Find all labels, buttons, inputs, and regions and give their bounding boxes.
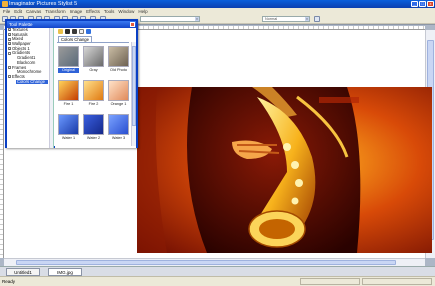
info-icon[interactable] xyxy=(86,29,91,34)
settings-icon[interactable] xyxy=(314,16,320,22)
tree-scrollbar[interactable] xyxy=(49,28,53,148)
thumb-image xyxy=(108,114,129,135)
thumb-fire-2[interactable]: Fire 2 xyxy=(83,78,104,110)
horizontal-scrollbar[interactable] xyxy=(4,258,425,266)
menu-effects[interactable]: Effects xyxy=(86,8,100,15)
expand-icon[interactable]: + xyxy=(8,47,11,51)
document-tab-bar: Untitled1 IMG.jpg xyxy=(0,266,435,276)
palette-category-tree: +Textures +Naturals +Mixed +Wallpaper +O… xyxy=(7,27,54,148)
minimize-button[interactable]: _ xyxy=(411,1,418,7)
stamp-icon[interactable] xyxy=(65,29,70,34)
tree-item-colors-change[interactable]: Colors Change xyxy=(16,79,48,85)
effect-thumbnail-grid: Original Gray Old Photo Fire 1 Fire 2 Or… xyxy=(57,42,129,146)
thumb-gray[interactable]: Gray xyxy=(83,44,104,76)
thumb-image xyxy=(108,46,129,67)
menu-transform[interactable]: Transform xyxy=(45,8,65,15)
menu-tools[interactable]: Tools xyxy=(104,8,115,15)
status-cell-info xyxy=(300,278,360,285)
doc-tab-img[interactable]: IMG.jpg xyxy=(48,268,82,276)
collapse-icon[interactable]: - xyxy=(8,75,11,79)
tool-palette-window[interactable]: Tool Palette +Textures +Naturals +Mixed … xyxy=(5,19,138,148)
blend-mode-dropdown[interactable]: Normal ▾ xyxy=(262,16,310,22)
maximize-button[interactable]: □ xyxy=(419,1,426,7)
horizontal-scroll-thumb[interactable] xyxy=(16,260,396,265)
thumbnail-scroll-thumb[interactable] xyxy=(132,46,136,126)
thumb-image xyxy=(58,114,79,135)
thumb-old-photo[interactable]: Old Photo xyxy=(108,44,129,76)
canvas-photo[interactable] xyxy=(137,87,432,253)
doc-tab-untitled1[interactable]: Untitled1 xyxy=(6,268,40,276)
expand-icon[interactable]: + xyxy=(8,37,11,41)
thumb-fire-1[interactable]: Fire 1 xyxy=(58,78,79,110)
status-text: Ready xyxy=(2,279,16,284)
palette-toolbar xyxy=(55,28,136,36)
palette-close-icon[interactable] xyxy=(130,22,135,27)
thumb-image xyxy=(83,114,104,135)
brush-icon[interactable] xyxy=(58,29,63,34)
app-icon xyxy=(2,1,8,7)
palette-content: Colors Change Original Gray Old Photo Fi… xyxy=(55,28,136,148)
menu-help[interactable]: Help xyxy=(138,8,147,15)
menu-file[interactable]: File xyxy=(3,8,10,15)
app-title-bar: Imaginator Pictures Stylist 5 _ □ x xyxy=(0,0,435,8)
thumb-image xyxy=(83,80,104,101)
fill-icon[interactable] xyxy=(72,29,77,34)
effect-icon[interactable] xyxy=(79,29,84,34)
expand-icon[interactable]: + xyxy=(8,28,11,32)
app-title: Imaginator Pictures Stylist 5 xyxy=(9,1,78,7)
status-cell-coords xyxy=(362,278,432,285)
collapse-icon[interactable]: - xyxy=(8,51,11,55)
thumb-water-1[interactable]: Water 1 xyxy=(58,112,79,144)
expand-icon[interactable]: + xyxy=(8,42,11,46)
collapse-icon[interactable]: - xyxy=(8,65,11,69)
thumb-water-2[interactable]: Water 2 xyxy=(83,112,104,144)
thumb-image xyxy=(58,80,79,101)
chevron-down-icon: ▾ xyxy=(305,17,309,21)
menu-image[interactable]: Image xyxy=(70,8,83,15)
close-button[interactable]: x xyxy=(427,1,434,7)
zoom-dropdown[interactable]: ▾ xyxy=(140,16,200,22)
menu-edit[interactable]: Edit xyxy=(14,8,22,15)
saxophone-photo xyxy=(137,87,432,253)
menu-window[interactable]: Window xyxy=(118,8,134,15)
expand-icon[interactable]: + xyxy=(8,33,11,37)
thumb-original[interactable]: Original xyxy=(58,44,79,76)
thumb-image xyxy=(58,46,79,67)
menu-canvas[interactable]: Canvas xyxy=(26,8,41,15)
menu-bar: File Edit Canvas Transform Image Effects… xyxy=(0,8,435,15)
thumb-image xyxy=(83,46,104,67)
status-bar: Ready xyxy=(0,276,435,286)
thumbnail-scrollbar[interactable] xyxy=(131,42,136,146)
thumb-image xyxy=(108,80,129,101)
thumb-orange-1[interactable]: Orange 1 xyxy=(108,78,129,110)
chevron-down-icon: ▾ xyxy=(195,17,199,21)
thumb-water-3[interactable]: Water 3 xyxy=(108,112,129,144)
window-controls: _ □ x xyxy=(411,1,434,7)
